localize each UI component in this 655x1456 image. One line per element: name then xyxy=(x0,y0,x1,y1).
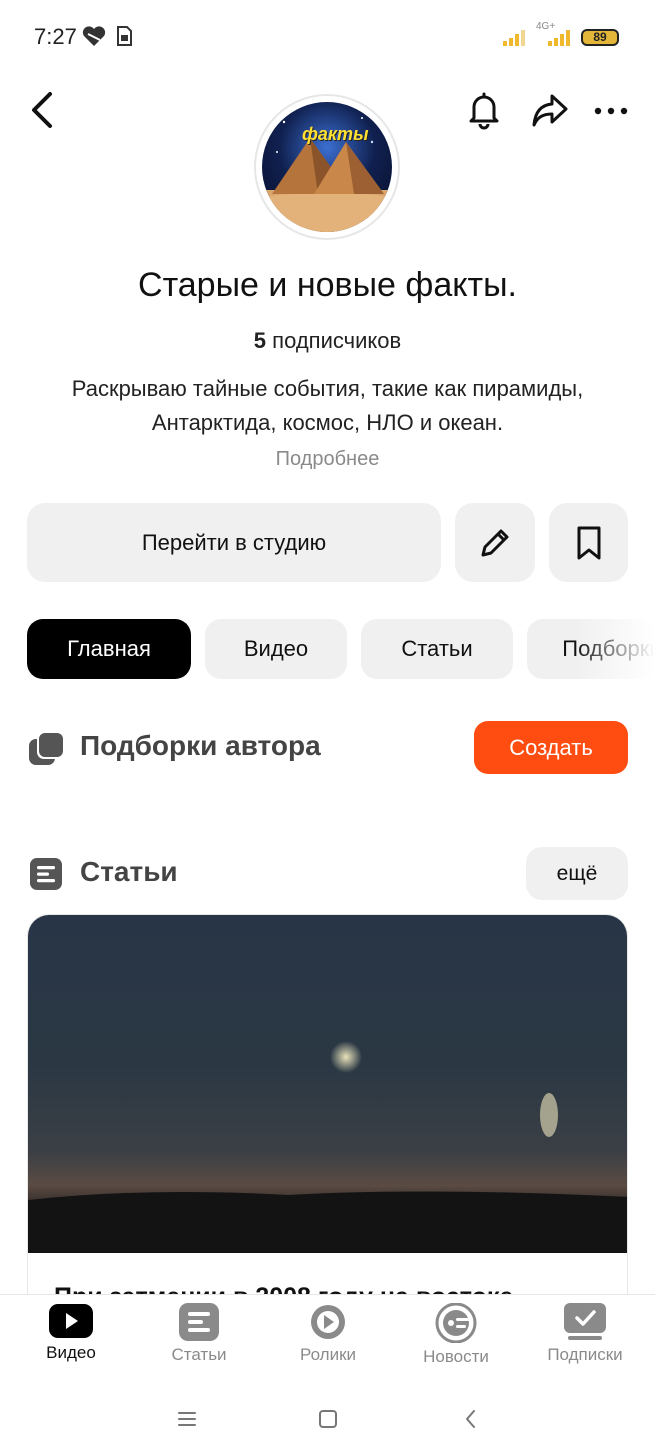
more-dots-icon xyxy=(594,107,628,115)
share-button[interactable] xyxy=(528,88,572,132)
news-icon xyxy=(435,1303,477,1343)
nav-label-news: Новости xyxy=(423,1347,489,1366)
channel-description: Раскрываю тайные события, такие как пира… xyxy=(71,376,584,435)
avatar-image: факты xyxy=(262,102,392,232)
article-icon xyxy=(179,1303,219,1341)
subscribers-number: 5 xyxy=(253,328,267,353)
channel-tabs: Главная Видео Статьи Подборки xyxy=(0,619,655,681)
articles-icon xyxy=(30,858,62,890)
back-button[interactable] xyxy=(24,88,64,132)
articles-more-button[interactable]: ещё xyxy=(526,847,628,900)
status-bar: 7:27 4G+ 89 xyxy=(0,0,655,75)
nav-articles[interactable]: Статьи xyxy=(139,1303,259,1379)
system-nav-bar xyxy=(0,1380,655,1456)
bookmark-button[interactable] xyxy=(549,503,628,582)
sim-icon xyxy=(117,26,132,46)
notifications-button[interactable] xyxy=(464,88,504,132)
nav-news[interactable]: Новости xyxy=(396,1303,516,1379)
create-collection-button[interactable]: Создать xyxy=(474,721,628,774)
subscribers-label: подписчиков xyxy=(272,328,402,353)
more-info-link[interactable]: Подробнее xyxy=(0,448,655,471)
menu-icon[interactable] xyxy=(172,1404,202,1434)
bell-icon xyxy=(469,92,499,130)
heart-icon xyxy=(82,26,106,46)
nav-subscriptions[interactable]: Подписки xyxy=(525,1303,645,1379)
tabs-fade xyxy=(575,619,655,681)
video-play-icon xyxy=(49,1304,93,1338)
shorts-icon xyxy=(311,1305,345,1339)
bookmark-icon xyxy=(577,526,600,559)
subscriptions-icon xyxy=(564,1303,606,1340)
collections-title: Подборки автора xyxy=(80,730,321,761)
article-card[interactable]: При затмении в 2008 году на востоке xyxy=(27,914,628,1334)
articles-title: Статьи xyxy=(80,856,178,887)
share-arrow-icon xyxy=(532,94,568,127)
eclipse-image xyxy=(28,1041,627,1253)
signal-icon-2 xyxy=(548,30,570,46)
nav-label-subscriptions: Подписки xyxy=(547,1345,623,1364)
back-triangle-icon[interactable] xyxy=(456,1404,486,1434)
article-cover-image xyxy=(28,915,627,1253)
channel-avatar[interactable]: факты xyxy=(254,94,400,240)
subscribers-count: 5 подписчиков xyxy=(0,328,655,354)
pencil-icon xyxy=(481,529,509,556)
edit-button[interactable] xyxy=(455,503,535,582)
collections-icon xyxy=(29,731,65,765)
pyramids-image xyxy=(262,117,392,232)
nav-label-shorts: Ролики xyxy=(299,1345,357,1364)
channel-title: Старые и новые факты. xyxy=(138,266,517,304)
nav-label-articles: Статьи xyxy=(171,1345,227,1364)
signal-icon xyxy=(503,30,525,46)
nav-label-video: Видео xyxy=(46,1343,96,1362)
tab-video[interactable]: Видео xyxy=(205,619,347,679)
battery-indicator: 89 xyxy=(581,29,619,46)
go-to-studio-button[interactable]: Перейти в студию xyxy=(27,503,441,582)
tab-articles[interactable]: Статьи xyxy=(361,619,513,679)
more-options-button[interactable] xyxy=(592,88,632,132)
status-time: 7:27 xyxy=(34,24,77,49)
nav-shorts[interactable]: Ролики xyxy=(268,1303,388,1379)
home-square-icon[interactable] xyxy=(313,1404,343,1434)
tab-main[interactable]: Главная xyxy=(27,619,191,679)
avatar-label: факты xyxy=(302,124,369,144)
nav-video[interactable]: Видео xyxy=(11,1303,131,1379)
bottom-nav: Видео Статьи Ролики Новости Подписки xyxy=(0,1294,655,1380)
chevron-left-icon xyxy=(32,92,52,128)
